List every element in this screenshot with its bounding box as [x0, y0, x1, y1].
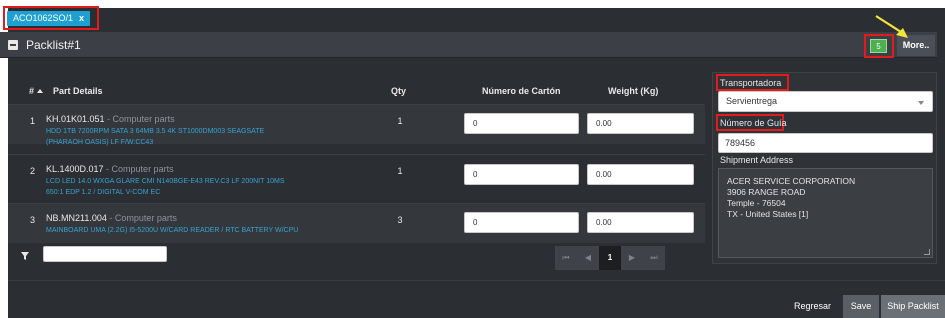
- address-line: Temple - 76504: [727, 198, 786, 208]
- address-line: ACER SERVICE CORPORATION: [727, 176, 856, 186]
- row-qty: 1: [397, 116, 403, 126]
- guide-label: Número de Guía: [720, 118, 787, 128]
- address-line: TX - United States [1]: [727, 209, 809, 219]
- weight-input[interactable]: 0.00: [587, 164, 694, 185]
- column-header-part[interactable]: Part Details: [53, 86, 103, 96]
- shipment-address-textarea[interactable]: ACER SERVICE CORPORATION 3906 RANGE ROAD…: [718, 168, 933, 258]
- ship-packlist-button[interactable]: Ship Packlist: [881, 295, 945, 318]
- table-row: 2 KL.1400D.017 - Computer parts LCD LED …: [8, 154, 705, 196]
- tab-order[interactable]: ACO1062SO/1 x: [7, 11, 91, 26]
- weight-input[interactable]: 0.00: [587, 212, 694, 233]
- guide-number-field[interactable]: 789456: [718, 133, 933, 153]
- part-number: NB.MN211.004 - Computer parts: [46, 213, 177, 223]
- filter-input[interactable]: [43, 246, 167, 262]
- row-number: 1: [30, 116, 36, 126]
- table-row: 1 KH.01K01.051 - Computer parts HDD 1TB …: [8, 104, 705, 146]
- back-button[interactable]: Regresar: [785, 295, 840, 318]
- sort-asc-icon: [37, 89, 44, 94]
- part-description: MAINBOARD UMA (2.2G) I5-5200U W/CARD REA…: [46, 227, 299, 234]
- save-button[interactable]: Save: [843, 295, 879, 318]
- chevron-down-icon: [918, 101, 924, 105]
- resize-handle-icon[interactable]: [924, 249, 930, 255]
- carrier-select[interactable]: Servientrega: [718, 91, 933, 112]
- part-number: KL.1400D.017 - Computer parts: [46, 164, 174, 174]
- panel-header: Packlist#1: [0, 32, 937, 58]
- row-number: 3: [30, 215, 36, 225]
- carton-input[interactable]: 0: [464, 113, 579, 134]
- carton-input[interactable]: 0: [464, 164, 579, 185]
- tab-close-icon[interactable]: x: [79, 13, 84, 23]
- collapse-icon[interactable]: [8, 40, 18, 50]
- first-page-icon[interactable]: ⏮: [555, 246, 577, 270]
- address-line: 3906 RANGE ROAD: [727, 187, 806, 197]
- part-description: LCD LED 14.0 WXGA GLARE CMI N140BGE-E43 …: [46, 178, 285, 196]
- part-number: KH.01K01.051 - Computer parts: [46, 114, 175, 124]
- part-table: # Part Details Qty Número de Cartón Weig…: [8, 74, 705, 264]
- page-number-current[interactable]: 1: [599, 246, 621, 270]
- next-page-icon[interactable]: ▶: [621, 246, 643, 270]
- shipment-address-label: Shipment Address: [720, 155, 794, 165]
- annotation-arrow-icon: [875, 15, 908, 38]
- panel-title: Packlist#1: [26, 38, 81, 52]
- column-header-num[interactable]: #: [29, 86, 46, 96]
- footer-divider: [8, 280, 945, 281]
- row-qty: 1: [397, 166, 403, 176]
- row-qty: 3: [397, 215, 403, 225]
- weight-input[interactable]: 0.00: [587, 113, 694, 134]
- column-header-carton[interactable]: Número de Cartón: [482, 86, 561, 96]
- carrier-label: Transportadora: [720, 78, 782, 88]
- part-description: HDD 1TB 7200RPM SATA 3 64MB 3.5 4K ST100…: [46, 128, 265, 146]
- filter-icon[interactable]: [21, 252, 29, 260]
- pagination: ⏮ ◀ 1 ▶ ⏭: [555, 246, 665, 270]
- tab-label: ACO1062SO/1: [13, 13, 74, 23]
- row-number: 2: [30, 166, 36, 176]
- column-header-qty[interactable]: Qty: [391, 86, 406, 96]
- carton-input[interactable]: 0: [464, 212, 579, 233]
- prev-page-icon[interactable]: ◀: [577, 246, 599, 270]
- column-header-weight[interactable]: Weight (Kg): [608, 86, 658, 96]
- count-badge: 5: [870, 39, 887, 53]
- last-page-icon[interactable]: ⏭: [643, 246, 665, 270]
- table-row: 3 NB.MN211.004 - Computer parts MAINBOAR…: [8, 203, 705, 243]
